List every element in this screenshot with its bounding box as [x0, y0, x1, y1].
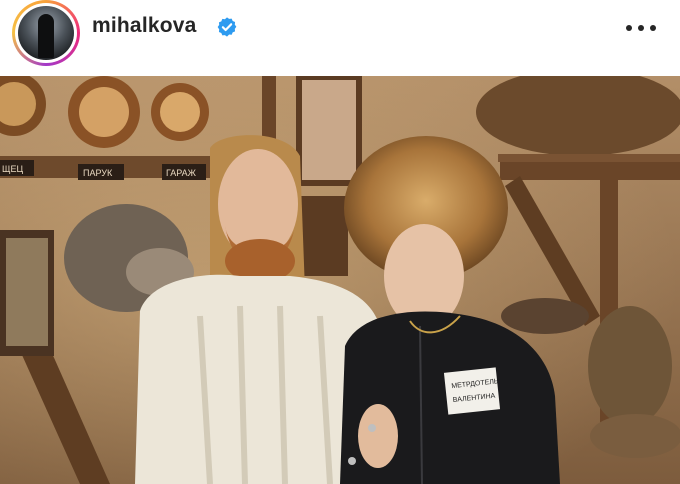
- verified-badge-icon: [217, 17, 237, 37]
- post-photo[interactable]: ЩЕЦ ПАРУК ГАРАЖ МЕТРДОТЕЛЬ ВАЛЕНТИНА: [0, 76, 680, 484]
- wall-sign-2: ПАРУК: [83, 168, 113, 178]
- avatar[interactable]: [18, 6, 74, 60]
- avatar-figure: [38, 14, 54, 58]
- username-link[interactable]: mihalkova: [92, 14, 197, 38]
- more-options-icon[interactable]: [624, 18, 658, 38]
- story-ring[interactable]: [12, 0, 80, 66]
- post-photo-illustration: ЩЕЦ ПАРУК ГАРАЖ МЕТРДОТЕЛЬ ВАЛЕНТИНА: [0, 76, 680, 484]
- wall-sign-1: ЩЕЦ: [2, 164, 23, 174]
- post-header: mihalkova: [0, 0, 680, 76]
- avatar-frame: [15, 3, 77, 63]
- wall-sign-3: ГАРАЖ: [166, 168, 197, 178]
